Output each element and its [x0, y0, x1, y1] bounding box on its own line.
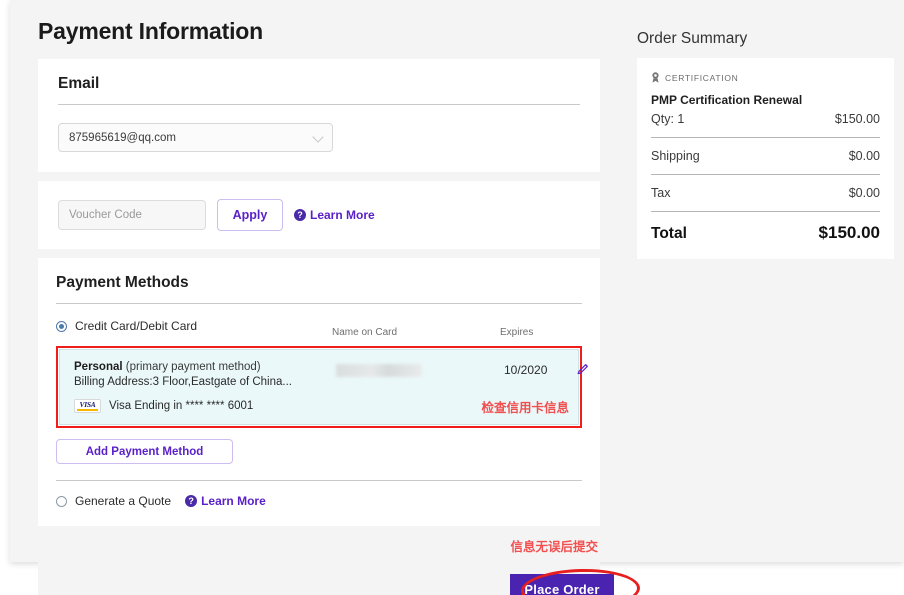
payment-methods-card: Payment Methods Credit Card/Debit Card N… [38, 258, 600, 526]
column-header-expires: Expires [500, 327, 533, 338]
checkout-page: Payment Information Email 875965619@qq.c… [0, 0, 904, 595]
voucher-card: Voucher Code Apply ? Learn More [38, 181, 600, 249]
saved-card-label: Personal [74, 361, 123, 373]
summary-divider [651, 174, 880, 175]
certification-tag: CERTIFICATION [651, 72, 880, 83]
visa-logo-icon: VISA [74, 399, 101, 413]
certification-tag-label: CERTIFICATION [665, 73, 738, 83]
saved-card-ending-text: Visa Ending in **** **** 6001 [109, 400, 253, 412]
summary-row-qty: Qty: 1 $150.00 [651, 112, 880, 126]
tax-amount: $0.00 [849, 186, 880, 200]
summary-divider [651, 137, 880, 138]
order-summary-column: Order Summary CERTIFICATION PMP Certific… [625, 0, 904, 562]
radio-option-generate-quote[interactable]: Generate a Quote ? Learn More [56, 494, 582, 508]
chevron-down-icon [313, 132, 324, 143]
qty-label: Qty: 1 [651, 112, 684, 126]
email-select-value: 875965619@qq.com [69, 132, 176, 144]
saved-card-expires: 10/2020 [504, 363, 547, 377]
pencil-edit-icon[interactable] [576, 362, 590, 376]
saved-card-highlight-box: Personal (primary payment method) Billin… [56, 346, 582, 428]
award-medal-icon [651, 72, 660, 83]
order-summary-title: Order Summary [625, 0, 904, 48]
payment-information-column: Payment Information Email 875965619@qq.c… [20, 0, 618, 562]
email-select[interactable]: 875965619@qq.com [58, 123, 333, 152]
quote-learn-more-label: Learn More [201, 494, 266, 508]
saved-card-label-suffix: (primary payment method) [126, 361, 261, 373]
question-mark-icon: ? [185, 495, 197, 507]
page-container: Payment Information Email 875965619@qq.c… [10, 0, 904, 562]
saved-card-billing-address: Billing Address:3 Floor,Eastgate of Chin… [74, 376, 566, 388]
question-mark-icon: ? [294, 209, 306, 221]
voucher-code-input[interactable]: Voucher Code [58, 200, 206, 230]
place-order-area: Place Order [38, 559, 600, 595]
saved-card-name-redacted [336, 364, 422, 377]
voucher-learn-more-label: Learn More [310, 208, 375, 222]
saved-card-row[interactable]: Personal (primary payment method) Billin… [59, 349, 579, 425]
page-title: Payment Information [20, 0, 618, 45]
column-header-name-on-card: Name on Card [332, 327, 397, 338]
summary-divider [651, 211, 880, 212]
payment-methods-heading: Payment Methods [56, 274, 582, 304]
annotation-card-note: 检查信用卡信息 [481, 397, 569, 416]
radio-generate-quote-label: Generate a Quote [75, 494, 171, 508]
tax-label: Tax [651, 186, 670, 200]
summary-row-shipping: Shipping $0.00 [651, 149, 880, 163]
visa-logo-text: VISA [80, 401, 96, 409]
radio-generate-quote-icon[interactable] [56, 496, 67, 507]
add-payment-method-button[interactable]: Add Payment Method [56, 439, 233, 464]
annotation-submit-note: 信息无误后提交 [20, 536, 598, 555]
voucher-row: Voucher Code Apply ? Learn More [58, 199, 580, 231]
payment-methods-divider [56, 480, 582, 481]
summary-row-tax: Tax $0.00 [651, 186, 880, 200]
quote-learn-more-link[interactable]: ? Learn More [185, 494, 266, 508]
email-heading: Email [58, 75, 580, 105]
card-column-headers: Name on Card Expires [56, 327, 582, 341]
saved-card-title-line: Personal (primary payment method) [74, 361, 566, 373]
total-label: Total [651, 225, 687, 243]
order-summary-card: CERTIFICATION PMP Certification Renewal … [637, 58, 894, 259]
place-order-button[interactable]: Place Order [510, 574, 614, 595]
shipping-amount: $0.00 [849, 149, 880, 163]
email-card: Email 875965619@qq.com [38, 59, 600, 172]
apply-voucher-button[interactable]: Apply [217, 199, 283, 231]
total-amount: $150.00 [819, 223, 880, 243]
shipping-label: Shipping [651, 149, 700, 163]
voucher-learn-more-link[interactable]: ? Learn More [294, 208, 375, 222]
qty-amount: $150.00 [835, 112, 880, 126]
product-name: PMP Certification Renewal [651, 93, 880, 107]
summary-row-total: Total $150.00 [651, 223, 880, 243]
